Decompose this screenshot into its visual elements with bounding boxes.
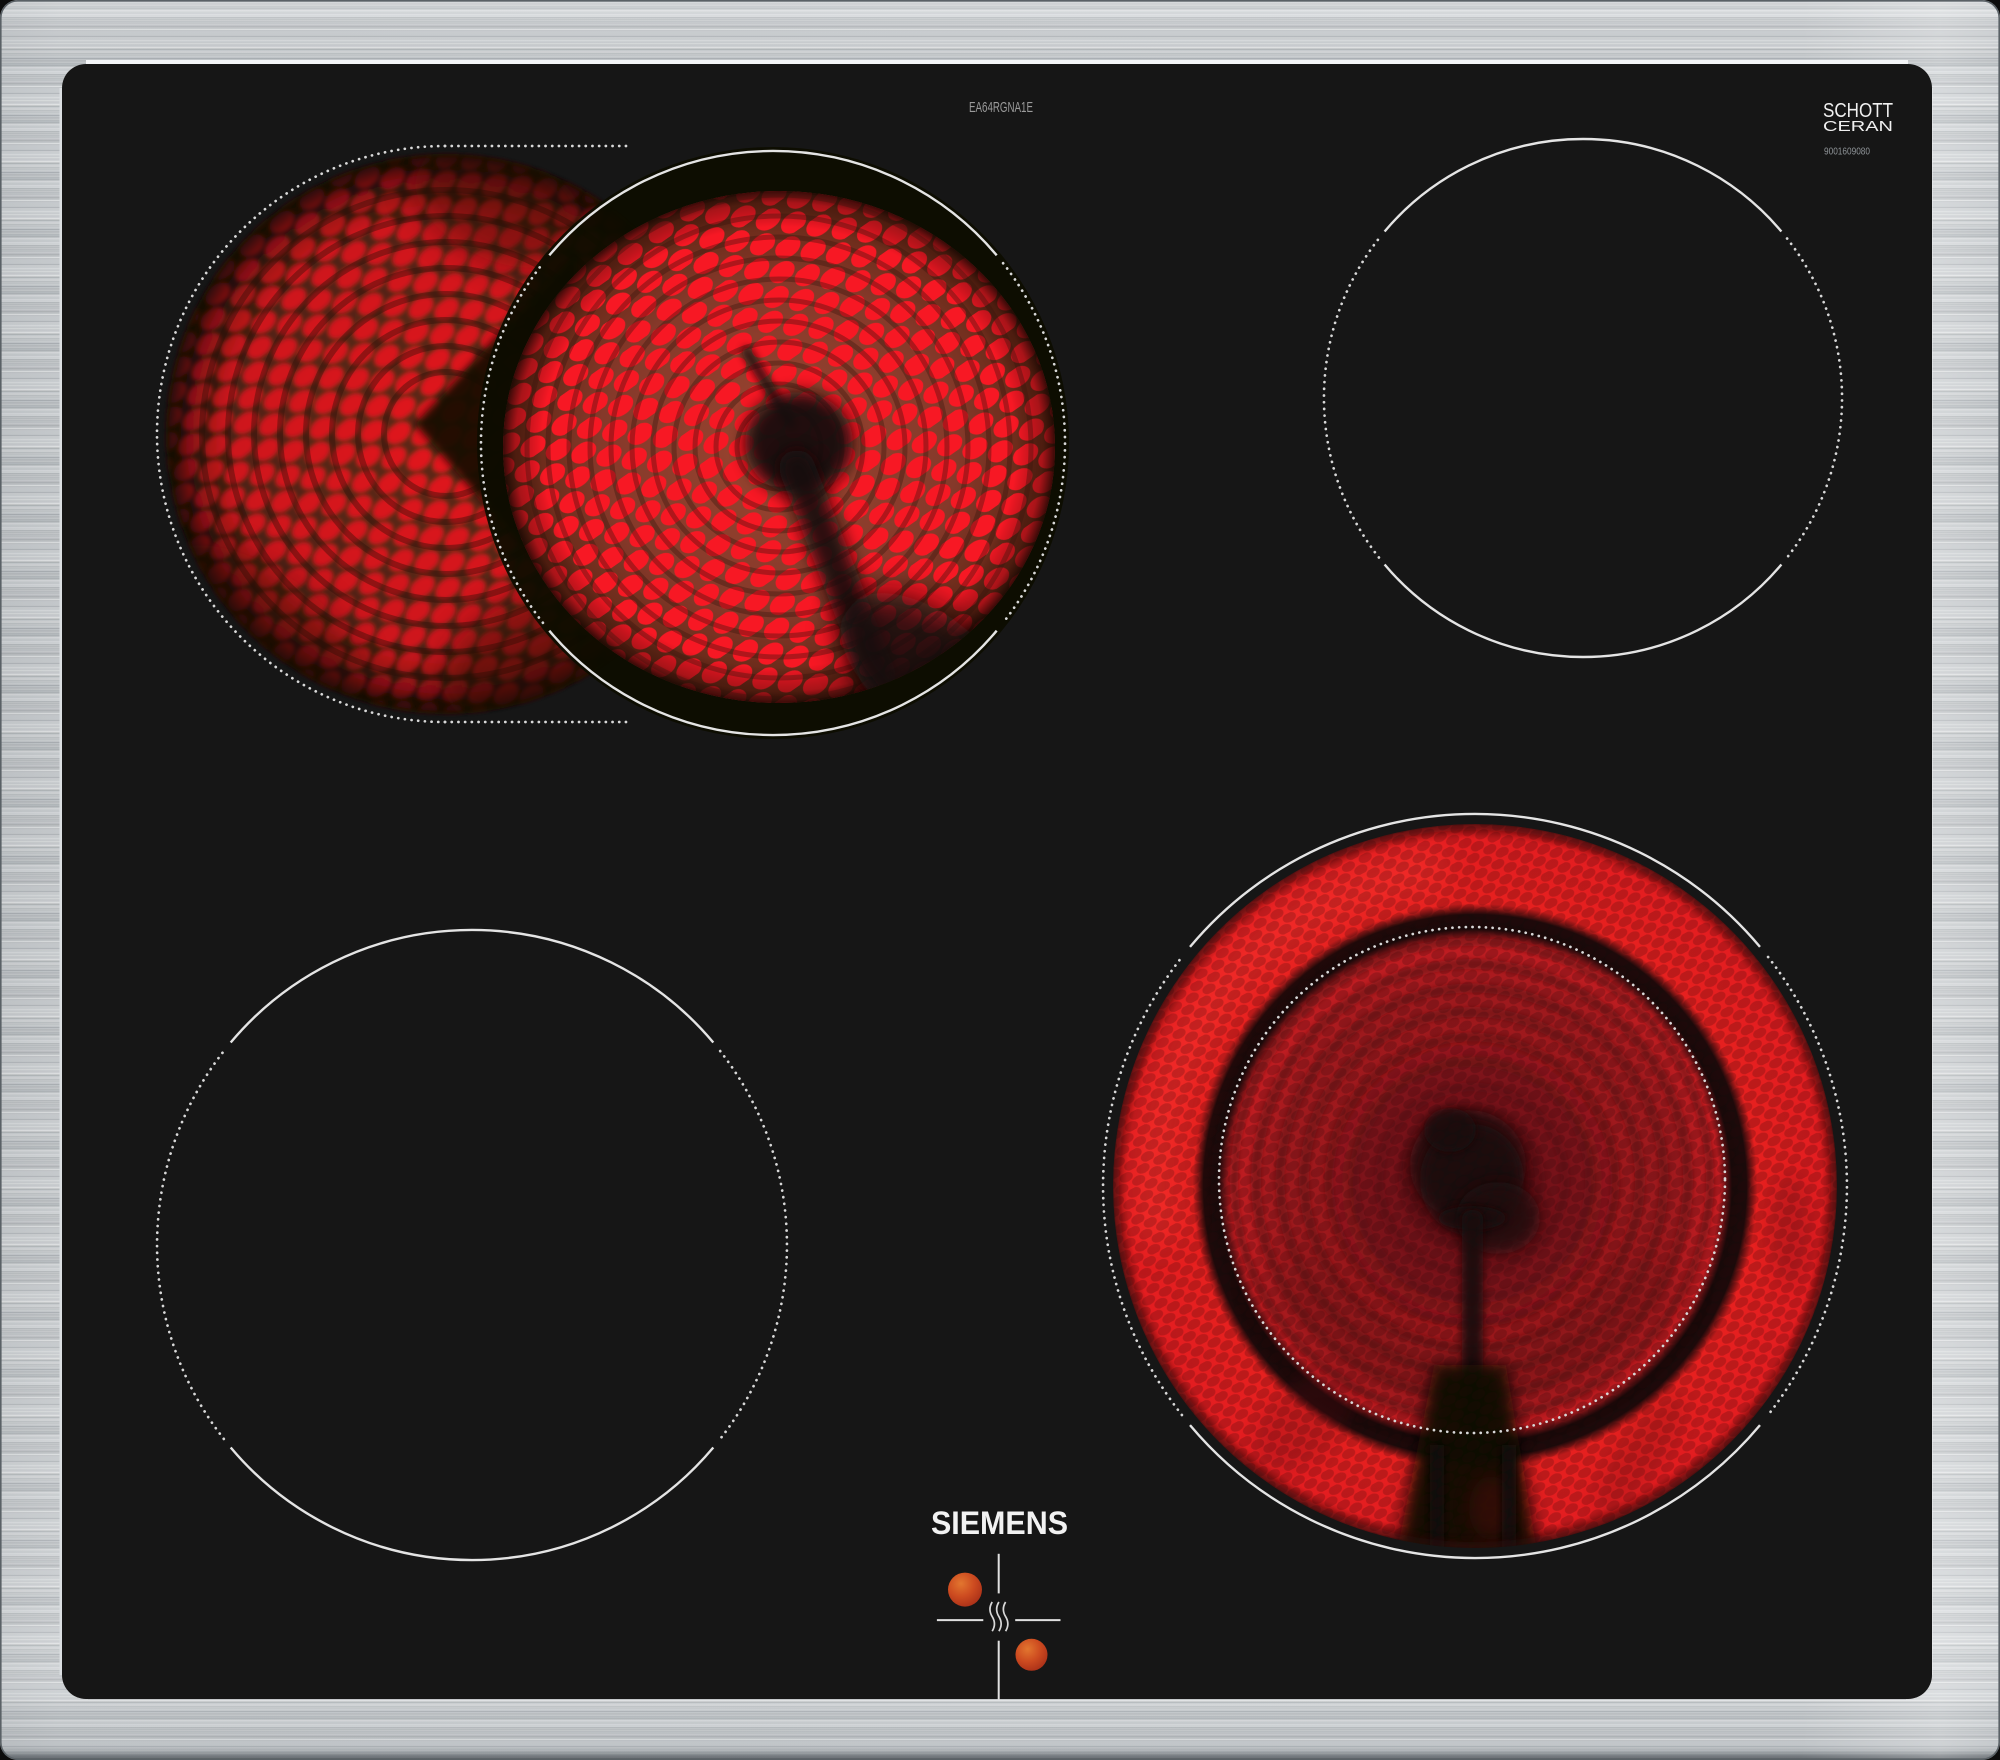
- svg-text:SIEMENS: SIEMENS: [931, 1505, 1068, 1541]
- svg-text:EA64RGNA1E: EA64RGNA1E: [969, 99, 1033, 116]
- svg-text:CERAN: CERAN: [1823, 119, 1893, 135]
- svg-text:9001609080: 9001609080: [1824, 146, 1870, 158]
